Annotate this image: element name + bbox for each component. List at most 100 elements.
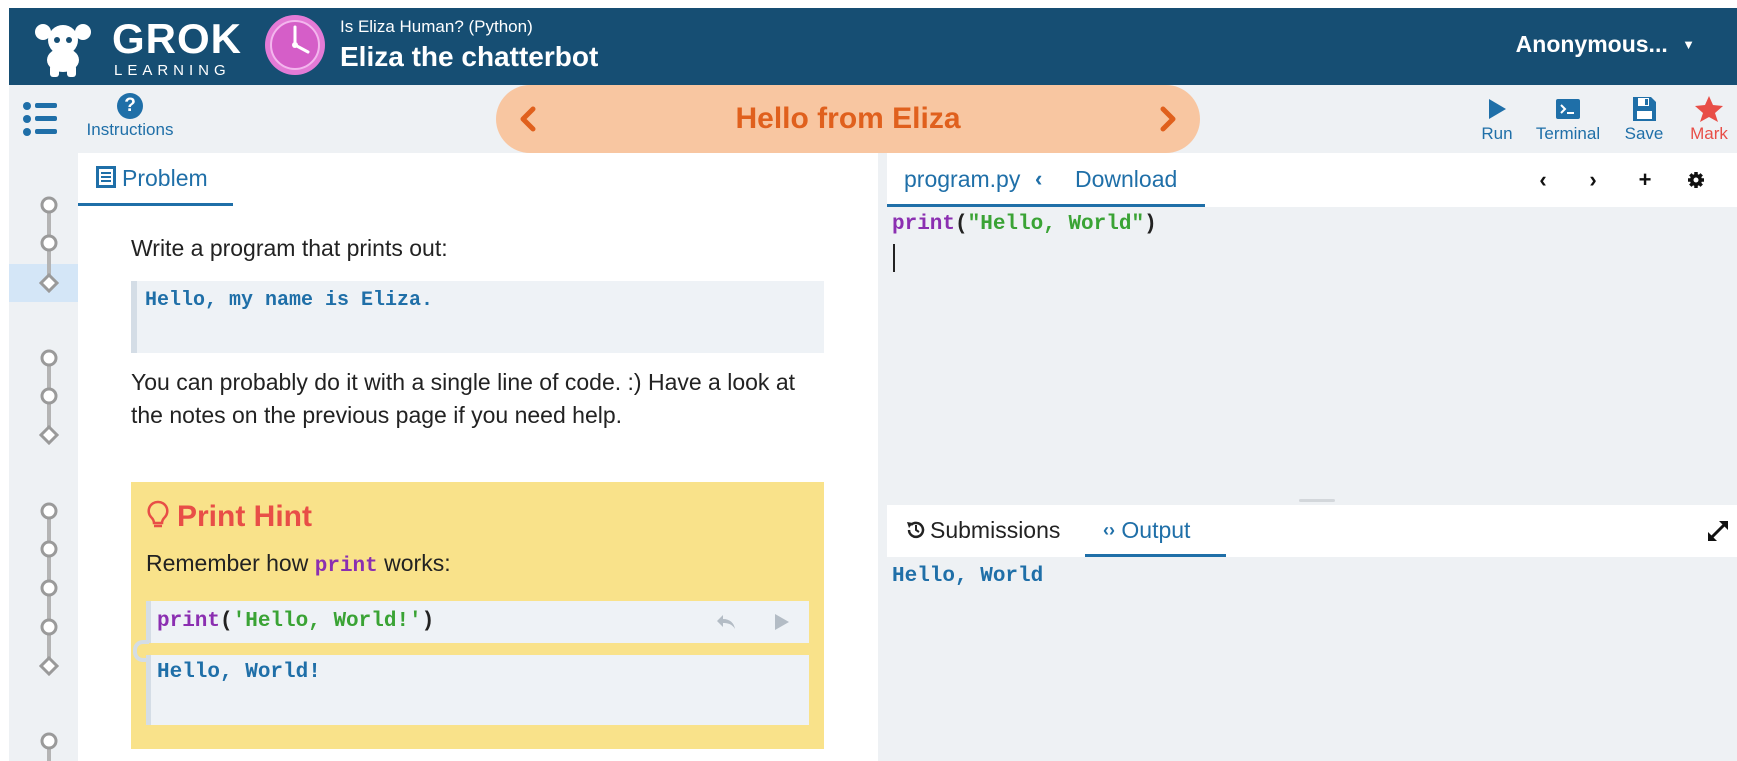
hint-code-string: 'Hello, World!' <box>232 610 422 633</box>
terminal-button[interactable]: Terminal <box>1530 95 1606 144</box>
hint-output-text: Hello, World! <box>157 661 321 684</box>
step-circle-icon[interactable] <box>39 578 59 598</box>
lightbulb-icon <box>147 500 169 528</box>
panel-divider[interactable] <box>878 153 887 761</box>
step-circle-icon[interactable] <box>39 195 59 215</box>
print-hint-box: Print Hint Remember how print works: pri… <box>131 482 824 749</box>
hint-text: Remember how print works: <box>146 548 451 582</box>
step-circle-icon[interactable] <box>39 233 59 253</box>
download-link[interactable]: Download <box>1075 153 1177 205</box>
tab-output[interactable]: ‹› Output <box>1085 505 1226 557</box>
course-title[interactable]: Eliza the chatterbot <box>340 41 598 73</box>
output-panel: Submissions ‹› Output Hello, World <box>887 505 1737 761</box>
instructions-button[interactable]: ? Instructions <box>77 93 183 149</box>
hint-code-close: ) <box>421 610 435 633</box>
slide-navigator: Hello from Eliza <box>496 85 1200 153</box>
outline-toggle-button[interactable] <box>23 101 57 137</box>
tab-problem[interactable]: Problem <box>78 153 233 206</box>
gear-icon[interactable] <box>1683 167 1709 193</box>
grok-logo[interactable]: GROK LEARNING <box>25 13 241 81</box>
code-fn: print <box>892 213 956 236</box>
terminal-label: Terminal <box>1535 124 1601 143</box>
step-circle-icon[interactable] <box>39 348 59 368</box>
hint-code-open: ( <box>220 610 233 633</box>
run-example-icon[interactable] <box>773 612 791 632</box>
splitter-grip[interactable] <box>1299 499 1335 502</box>
text-cursor <box>893 244 895 272</box>
code-editor-panel: program.py ‹ Download ‹ › + print("Hello… <box>887 153 1737 497</box>
star-icon <box>1695 96 1723 122</box>
run-label: Run <box>1481 124 1513 143</box>
submissions-label: Submissions <box>930 517 1061 543</box>
caret-down-icon: ▼ <box>1682 37 1695 52</box>
play-icon <box>1489 99 1506 119</box>
mark-label: Mark <box>1690 124 1728 143</box>
output-tabbar: Submissions ‹› Output <box>887 505 1737 557</box>
progress-rail <box>9 153 78 761</box>
step-circle-icon[interactable] <box>39 731 59 751</box>
logo-subtitle: LEARNING <box>114 62 231 79</box>
next-slide-button[interactable] <box>1148 99 1188 139</box>
hint-output-example: Hello, World! <box>146 655 809 725</box>
output-label: Output <box>1121 517 1191 543</box>
clock-icon <box>265 15 325 75</box>
hint-inline-code: print <box>314 555 378 578</box>
step-diamond-icon[interactable] <box>39 656 59 676</box>
hint-title-text: Print Hint <box>177 500 312 533</box>
top-header: GROK LEARNING Is Eliza Human? (Python) E… <box>9 8 1737 85</box>
expected-output-text: Hello, my name is Eliza. <box>145 289 434 312</box>
chevron-right-icon[interactable]: › <box>1580 167 1606 193</box>
grok-mascot-icon <box>35 24 91 77</box>
file-tab[interactable]: program.py ‹ Download <box>887 153 1205 207</box>
step-circle-icon[interactable] <box>39 617 59 637</box>
instructions-label: Instructions <box>86 120 174 139</box>
step-circle-icon[interactable] <box>39 386 59 406</box>
code-string: "Hello, World" <box>967 213 1145 236</box>
reset-arrow-icon[interactable] <box>715 612 737 632</box>
save-button[interactable]: Save <box>1619 95 1669 144</box>
tab-submissions[interactable]: Submissions <box>905 505 1060 557</box>
step-diamond-icon[interactable] <box>39 425 59 445</box>
chevron-left-icon[interactable]: ‹ <box>1035 153 1042 205</box>
expand-icon[interactable] <box>1705 518 1731 544</box>
toolbar: ? Instructions Hello from Eliza Run Term… <box>9 85 1737 153</box>
step-diamond-icon[interactable] <box>39 273 59 293</box>
step-circle-icon[interactable] <box>39 539 59 559</box>
hint-code-example: print('Hello, World!') <box>146 601 809 643</box>
run-button[interactable]: Run <box>1475 95 1519 144</box>
editor-output-splitter[interactable] <box>887 497 1737 505</box>
hint-text-before: Remember how <box>146 550 315 576</box>
help-icon: ? <box>117 93 143 119</box>
hint-code-fn: print <box>157 610 221 633</box>
code-close: ) <box>1144 213 1157 236</box>
previous-slide-button[interactable] <box>508 99 548 139</box>
course-subtitle[interactable]: Is Eliza Human? (Python) <box>340 17 533 37</box>
hint-text-after: works: <box>377 550 451 576</box>
save-icon <box>1633 97 1656 121</box>
expected-output-block: Hello, my name is Eliza. <box>131 281 824 353</box>
problem-intro: Write a program that prints out: <box>131 235 448 261</box>
step-circle-icon[interactable] <box>39 501 59 521</box>
editor-tabbar: program.py ‹ Download ‹ › + <box>887 153 1737 207</box>
user-menu[interactable]: Anonymous... ▼ <box>1516 30 1695 59</box>
problem-panel: Problem Write a program that prints out:… <box>78 153 878 761</box>
document-icon <box>96 166 116 188</box>
hint-title: Print Hint <box>147 500 312 534</box>
slide-title: Hello from Eliza <box>735 102 961 135</box>
plus-icon[interactable]: + <box>1632 167 1658 193</box>
user-name: Anonymous... <box>1515 31 1668 57</box>
code-icon: ‹› <box>1103 520 1115 540</box>
logo-wordmark: GROK <box>112 15 242 62</box>
chevron-left-icon <box>520 106 536 132</box>
code-line-1[interactable]: print("Hello, World") <box>892 213 1157 237</box>
problem-tab-label: Problem <box>122 165 208 191</box>
problem-body: You can probably do it with a single lin… <box>131 369 796 428</box>
chevron-left-icon[interactable]: ‹ <box>1530 167 1556 193</box>
save-label: Save <box>1624 124 1664 143</box>
mark-button[interactable]: Mark <box>1684 95 1734 144</box>
program-output: Hello, World <box>892 565 1044 588</box>
list-icon <box>23 102 57 136</box>
history-icon <box>907 521 925 539</box>
terminal-icon <box>1556 99 1580 119</box>
file-name[interactable]: program.py <box>904 153 1020 205</box>
